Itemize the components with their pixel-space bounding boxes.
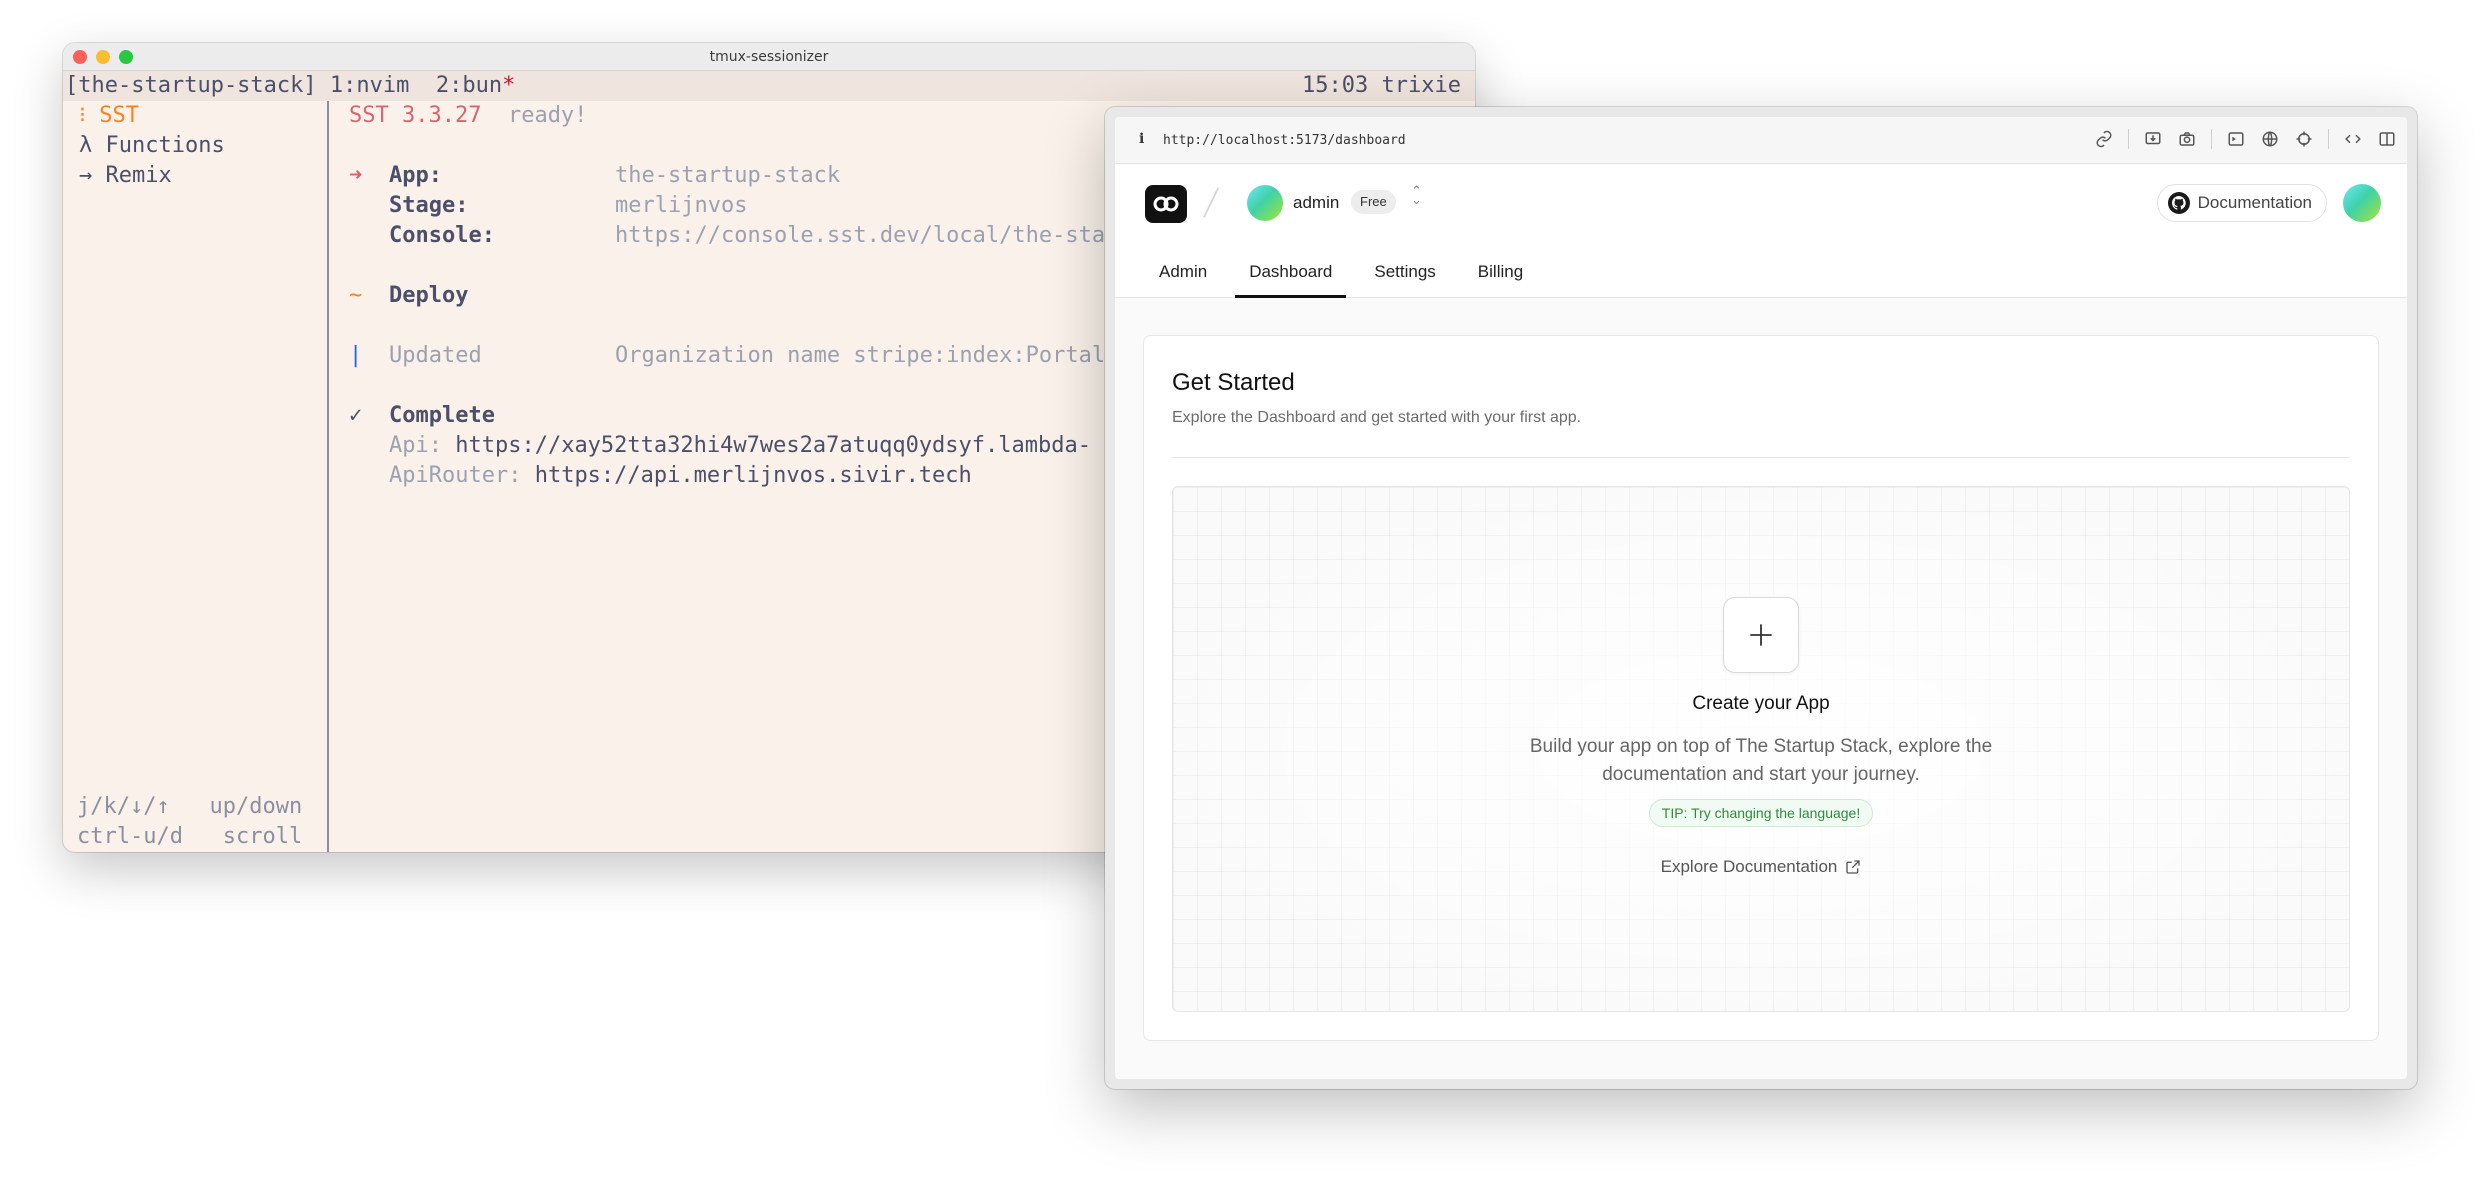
ready-status: ready!	[507, 103, 588, 128]
terminal-icon[interactable]	[2226, 129, 2246, 149]
tab-admin[interactable]: Admin	[1145, 247, 1221, 297]
arrow-icon: ➜	[349, 163, 363, 188]
active-window-marker: *	[502, 73, 516, 98]
browser-window[interactable]: i http://localhost:5173/dashboard / admi…	[1105, 107, 2417, 1089]
tmux-window-2[interactable]: 2:bun	[409, 73, 502, 98]
hint-action: scroll	[222, 824, 303, 849]
app-label: App:	[389, 163, 442, 188]
tmux-status-bar: [the-startup-stack] 1:nvim 2:bun* 15:03 t…	[63, 71, 1475, 101]
empty-title: Create your App	[1692, 693, 1830, 714]
external-link-icon	[1846, 860, 1861, 874]
sidebar-item-label: Functions	[105, 133, 225, 158]
stage-label: Stage:	[389, 193, 469, 218]
globe-icon[interactable]	[2260, 129, 2280, 149]
close-window-button[interactable]	[73, 50, 87, 64]
sidebar-item-functions[interactable]: λ Functions	[63, 131, 327, 161]
hint-keys: j/k/↓/↑	[77, 794, 170, 819]
router-label: ApiRouter:	[389, 463, 522, 488]
github-icon	[2167, 192, 2190, 214]
toolbar-divider	[2211, 129, 2212, 149]
tab-settings[interactable]: Settings	[1360, 247, 1449, 297]
url-bar: i http://localhost:5173/dashboard	[1115, 117, 2407, 164]
code-icon[interactable]	[2343, 129, 2363, 149]
terminal-titlebar: tmux-sessionizer	[63, 43, 1475, 71]
deploy-icon: ~	[349, 283, 363, 308]
hint-keys: ctrl-u/d	[77, 824, 183, 849]
hint-action: up/down	[209, 794, 303, 819]
sst-icon: ⁝	[79, 103, 86, 128]
sidebar-item-label: SST	[99, 103, 139, 128]
breadcrumb-separator: /	[1201, 182, 1221, 223]
toolbar-divider	[2128, 129, 2129, 149]
console-link[interactable]: https://console.sst.dev/local/the-startu…	[615, 221, 1158, 251]
updated-value: Organization name stripe:index:PortalCon…	[615, 343, 1159, 368]
chevron-up-down-icon[interactable]: ⌃ ⌄	[1411, 185, 1422, 207]
url-field[interactable]: http://localhost:5173/dashboard	[1163, 133, 1406, 148]
minimize-window-button[interactable]	[96, 50, 110, 64]
hint-navigate: j/k/↓/↑ up/down	[77, 792, 302, 822]
updated-label: Updated	[389, 343, 482, 368]
explore-label: Explore Documentation	[1660, 857, 1838, 876]
tip-badge: TIP: Try changing the language!	[1648, 799, 1874, 827]
documentation-label: Documentation	[2197, 193, 2312, 212]
terminal-title: tmux-sessionizer	[709, 48, 829, 65]
sidebar-item-sst[interactable]: ⁝ SST	[63, 101, 327, 131]
api-url[interactable]: https://xay52tta32hi4w7wes2a7atuqq0ydsyf…	[455, 433, 1091, 458]
router-url[interactable]: https://api.merlijnvos.sivir.tech	[535, 463, 972, 488]
divider	[1172, 457, 2350, 458]
camera-icon[interactable]	[2177, 129, 2197, 149]
sst-sidebar: ⁝ SST λ Functions → Remix j/k/↓/↑ up/dow…	[63, 101, 329, 852]
tmux-window-1[interactable]: 1:nvim	[317, 73, 409, 98]
key-hints: j/k/↓/↑ up/down ctrl-u/d scroll	[77, 792, 302, 852]
card-subtitle: Explore the Dashboard and get started wi…	[1172, 409, 1582, 426]
api-label: Api:	[389, 433, 442, 458]
crosshair-icon[interactable]	[2294, 129, 2314, 149]
install-icon[interactable]	[2143, 129, 2163, 149]
complete-label: Complete	[389, 403, 495, 428]
update-bar-icon: |	[349, 343, 363, 368]
sidebar-item-remix[interactable]: → Remix	[63, 161, 327, 191]
org-name[interactable]: admin	[1293, 193, 1339, 213]
sst-version: SST 3.3.27	[349, 103, 482, 128]
browser-toolbar	[2094, 129, 2397, 149]
tmux-clock-host: 15:03 trixie	[1302, 73, 1461, 98]
window-controls	[73, 50, 133, 64]
empty-description: Build your app on top of The Startup Sta…	[1529, 736, 1993, 785]
split-view-icon[interactable]	[2377, 129, 2397, 149]
dashboard-content: Get Started Explore the Dashboard and ge…	[1115, 298, 2407, 1079]
hint-scroll: ctrl-u/d scroll	[77, 822, 302, 852]
app-header: / admin Free ⌃ ⌄ Documentation Admin Dash…	[1115, 164, 2407, 298]
plan-badge: Free	[1351, 190, 1396, 214]
documentation-button[interactable]: Documentation	[2156, 184, 2327, 222]
zoom-window-button[interactable]	[119, 50, 133, 64]
console-label: Console:	[389, 223, 495, 248]
user-avatar[interactable]	[2343, 184, 2381, 222]
toolbar-divider	[2328, 129, 2329, 149]
tmux-session: [the-startup-stack]	[65, 73, 317, 98]
arrow-right-icon: →	[79, 163, 93, 188]
deploy-label: Deploy	[389, 283, 469, 308]
create-app-button[interactable]	[1723, 597, 1799, 673]
tab-dashboard[interactable]: Dashboard	[1235, 247, 1347, 298]
stage-value: merlijnvos	[615, 193, 748, 218]
app-value: the-startup-stack	[615, 163, 841, 188]
plus-icon	[1750, 624, 1772, 646]
create-app-empty-state: Create your App Build your app on top of…	[1172, 486, 2350, 1012]
get-started-card: Get Started Explore the Dashboard and ge…	[1143, 335, 2379, 1041]
link-icon[interactable]	[2094, 129, 2114, 149]
sidebar-item-label: Remix	[105, 163, 172, 188]
nav-tabs: Admin Dashboard Settings Billing	[1145, 247, 1551, 298]
org-avatar[interactable]	[1247, 185, 1283, 221]
check-icon: ✓	[349, 403, 363, 428]
card-title: Get Started	[1172, 369, 1295, 396]
lambda-icon: λ	[79, 133, 93, 158]
explore-documentation-link[interactable]: Explore Documentation	[1661, 857, 1862, 877]
app-logo[interactable]	[1145, 185, 1187, 223]
info-icon[interactable]: i	[1139, 131, 1144, 147]
tab-billing[interactable]: Billing	[1464, 247, 1537, 297]
